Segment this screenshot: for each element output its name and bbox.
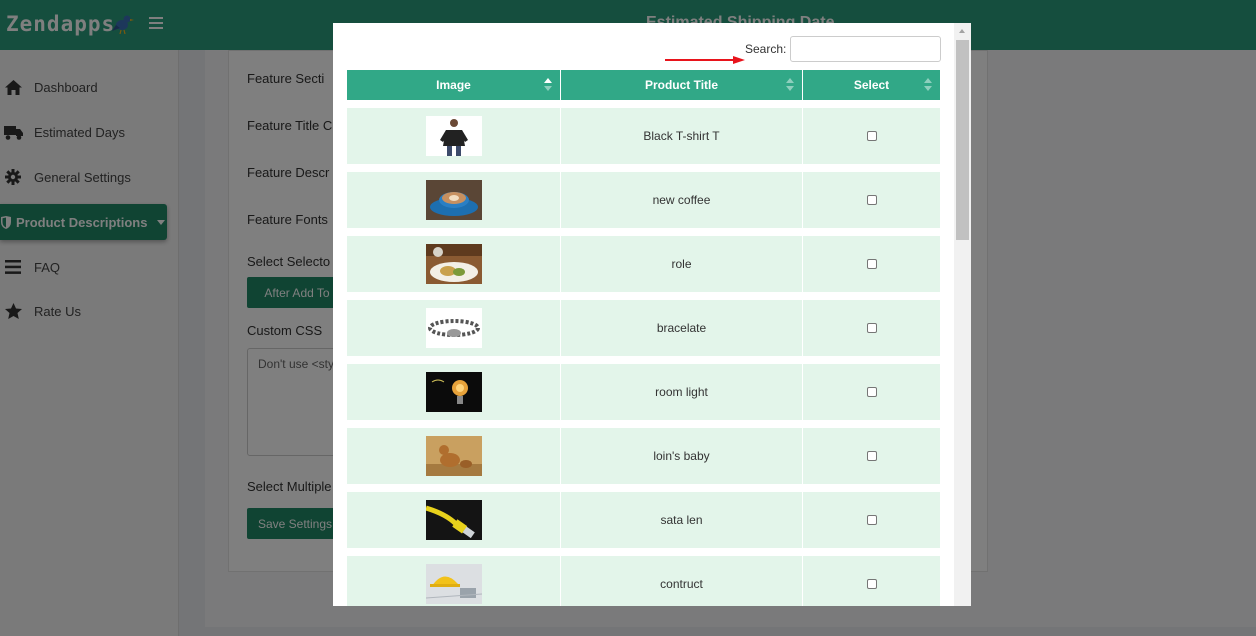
- table-row: new coffee: [347, 172, 940, 228]
- select-checkbox[interactable]: [866, 259, 877, 269]
- product-title-cell: new coffee: [561, 172, 803, 228]
- lion-cub-image: [425, 436, 482, 476]
- table-row: bracelate: [347, 300, 940, 356]
- scroll-up-arrow-icon[interactable]: [959, 29, 965, 33]
- product-title-cell: loin's baby: [561, 428, 803, 484]
- select-checkbox[interactable]: [866, 451, 877, 461]
- annotation-arrow-icon: [665, 56, 745, 64]
- network-cable-image: [425, 500, 482, 540]
- product-title-cell: Black T-shirt T: [561, 108, 803, 164]
- sort-ascending-icon: [544, 78, 552, 92]
- select-checkbox[interactable]: [866, 195, 877, 205]
- search-label: Search:: [745, 42, 787, 56]
- column-header-product-title[interactable]: Product Title: [561, 70, 803, 100]
- table-row: sata len: [347, 492, 940, 548]
- column-header-image[interactable]: Image: [347, 70, 561, 100]
- product-table: Image Product Title Select Black T-shirt…: [347, 70, 940, 606]
- coffee-cup-image: [425, 180, 482, 220]
- light-bulb-image: [425, 372, 482, 412]
- scrollbar-thumb[interactable]: [956, 40, 969, 240]
- product-title-cell: sata len: [561, 492, 803, 548]
- hard-hat-image: [425, 564, 482, 604]
- product-title-cell: contruct: [561, 556, 803, 606]
- select-checkbox[interactable]: [866, 323, 877, 333]
- search-input[interactable]: [790, 36, 941, 62]
- table-row: role: [347, 236, 940, 292]
- column-header-select[interactable]: Select: [803, 70, 940, 100]
- sort-icon: [786, 78, 794, 92]
- food-plate-image: [425, 244, 482, 284]
- woman-tshirt-image: [425, 116, 482, 156]
- table-header: Image Product Title Select: [347, 70, 940, 100]
- product-title-cell: room light: [561, 364, 803, 420]
- table-row: loin's baby: [347, 428, 940, 484]
- table-row: contruct: [347, 556, 940, 606]
- search-row: Search:: [333, 36, 941, 64]
- select-checkbox[interactable]: [866, 579, 877, 589]
- select-checkbox[interactable]: [866, 131, 877, 141]
- select-checkbox[interactable]: [866, 515, 877, 525]
- modal-scrollbar[interactable]: [954, 23, 971, 606]
- table-row: room light: [347, 364, 940, 420]
- sort-icon: [924, 78, 932, 92]
- product-title-cell: bracelate: [561, 300, 803, 356]
- bracelet-image: [425, 308, 482, 348]
- table-row: Black T-shirt T: [347, 108, 940, 164]
- product-title-cell: role: [561, 236, 803, 292]
- product-select-modal: Search: Image Product Title Select Black…: [333, 23, 971, 606]
- select-checkbox[interactable]: [866, 387, 877, 397]
